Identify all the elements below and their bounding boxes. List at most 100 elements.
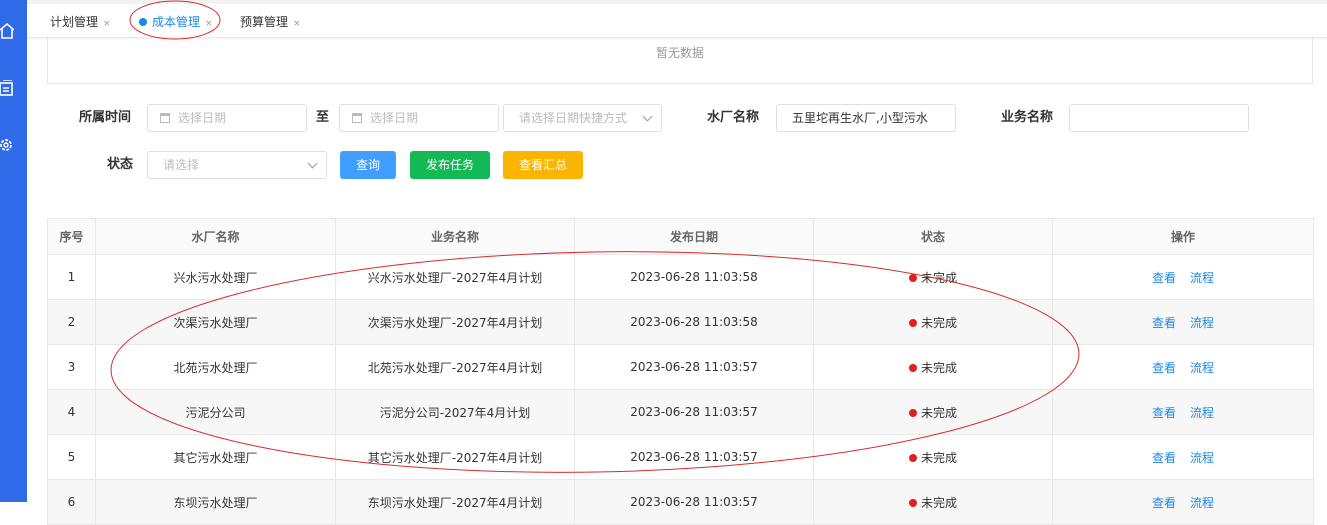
flow-link[interactable]: 流程 [1190,451,1214,465]
cell-plant: 兴水污水处理厂 [95,254,336,300]
cell-no: 6 [47,479,96,525]
building-icon[interactable] [0,80,14,96]
table-row: 6 东坝污水处理厂 东坝污水处理厂-2027年4月计划 2023-06-28 1… [47,479,1314,525]
chevron-down-icon [642,111,653,122]
active-dot-icon [139,18,147,26]
cell-business: 其它污水处理厂-2027年4月计划 [335,434,575,480]
cell-business: 兴水污水处理厂-2027年4月计划 [335,254,575,300]
cell-actions: 查看 流程 [1052,389,1314,435]
flow-link[interactable]: 流程 [1190,271,1214,285]
cell-status: 未完成 [813,344,1053,390]
cell-actions: 查看 流程 [1052,299,1314,345]
cell-no: 1 [47,254,96,300]
status-dot-icon [908,318,917,327]
cell-plant: 东坝污水处理厂 [95,479,336,525]
cell-actions: 查看 流程 [1052,344,1314,390]
cell-date: 2023-06-28 11:03:58 [574,299,814,345]
flow-link[interactable]: 流程 [1190,316,1214,330]
tab-cost-management[interactable]: 成本管理 × [139,12,213,32]
status-text: 未完成 [920,495,957,510]
cell-plant: 北苑污水处理厂 [95,344,336,390]
close-icon[interactable]: × [103,19,111,29]
cell-actions: 查看 流程 [1052,254,1314,300]
cell-date: 2023-06-28 11:03:58 [574,254,814,300]
end-date-placeholder: 选择日期 [370,111,419,125]
cell-actions: 查看 流程 [1052,479,1314,525]
view-link[interactable]: 查看 [1152,451,1176,465]
plant-label: 水厂名称 [707,110,760,125]
status-label: 状态 [107,157,134,172]
close-icon[interactable]: × [205,19,213,29]
cell-no: 2 [47,299,96,345]
cell-no: 5 [47,434,96,480]
chevron-down-icon [307,158,318,169]
status-placeholder: 请选择 [163,158,200,172]
cell-plant: 其它污水处理厂 [95,434,336,480]
flow-link[interactable]: 流程 [1190,361,1214,375]
publish-task-button[interactable]: 发布任务 [410,151,490,179]
range-separator: 至 [316,110,330,125]
tab-plan-management[interactable]: 计划管理 × [50,12,111,32]
tab-bar: 计划管理 × 成本管理 × 预算管理 × [27,0,1327,38]
home-icon[interactable] [0,23,14,39]
cell-business: 北苑污水处理厂-2027年4月计划 [335,344,575,390]
table-row: 4 污泥分公司 污泥分公司-2027年4月计划 2023-06-28 11:03… [47,389,1314,435]
plant-value: 五里坨再生水厂,小型污水 [792,111,928,125]
table-row: 5 其它污水处理厂 其它污水处理厂-2027年4月计划 2023-06-28 1… [47,434,1314,480]
view-link[interactable]: 查看 [1152,406,1176,420]
cell-status: 未完成 [813,389,1053,435]
view-summary-button[interactable]: 查看汇总 [503,151,583,179]
flow-link[interactable]: 流程 [1190,496,1214,510]
status-text: 未完成 [920,360,957,375]
cell-plant: 污泥分公司 [95,389,336,435]
cell-no: 3 [47,344,96,390]
status-dot-icon [908,408,917,417]
tab-label: 成本管理 [152,15,201,29]
cell-status: 未完成 [813,299,1053,345]
date-shortcut-select[interactable]: 请选择日期快捷方式 [503,104,662,132]
business-label: 业务名称 [1001,110,1054,125]
cost-task-table: 序号 水厂名称 业务名称 发布日期 状态 操作 1 兴水污水处理厂 兴水污水处理… [47,218,1314,525]
status-dot-icon [908,453,917,462]
col-header-actions: 操作 [1052,218,1314,255]
view-link[interactable]: 查看 [1152,271,1176,285]
tab-budget-management[interactable]: 预算管理 × [240,12,301,32]
table-header-row: 序号 水厂名称 业务名称 发布日期 状态 操作 [47,218,1314,255]
view-link[interactable]: 查看 [1152,361,1176,375]
cell-date: 2023-06-28 11:03:57 [574,434,814,480]
status-select[interactable]: 请选择 [147,151,327,179]
table-row: 3 北苑污水处理厂 北苑污水处理厂-2027年4月计划 2023-06-28 1… [47,344,1314,390]
cell-date: 2023-06-28 11:03:57 [574,479,814,525]
status-dot-icon [908,498,917,507]
date-shortcut-placeholder: 请选择日期快捷方式 [519,111,628,125]
plant-select[interactable]: 五里坨再生水厂,小型污水 [776,104,956,132]
empty-table-panel: 暂无数据 [47,38,1313,84]
cell-business: 污泥分公司-2027年4月计划 [335,389,575,435]
cell-no: 4 [47,389,96,435]
calendar-icon [160,113,170,123]
col-header-status: 状态 [813,218,1053,255]
empty-text: 暂无数据 [655,46,704,60]
col-header-business: 业务名称 [335,218,575,255]
status-text: 未完成 [920,270,957,285]
close-icon[interactable]: × [293,19,301,29]
cell-status: 未完成 [813,479,1053,525]
cell-plant: 次渠污水处理厂 [95,299,336,345]
end-date-input[interactable]: 选择日期 [339,104,499,132]
business-input[interactable] [1069,104,1249,132]
view-link[interactable]: 查看 [1152,496,1176,510]
gear-icon[interactable] [0,137,14,153]
table-row: 1 兴水污水处理厂 兴水污水处理厂-2027年4月计划 2023-06-28 1… [47,254,1314,300]
flow-link[interactable]: 流程 [1190,406,1214,420]
view-link[interactable]: 查看 [1152,316,1176,330]
cell-actions: 查看 流程 [1052,434,1314,480]
cell-business: 东坝污水处理厂-2027年4月计划 [335,479,575,525]
cell-status: 未完成 [813,254,1053,300]
cell-business: 次渠污水处理厂-2027年4月计划 [335,299,575,345]
start-date-input[interactable]: 选择日期 [147,104,307,132]
query-button[interactable]: 查询 [340,151,396,179]
col-header-no: 序号 [47,218,96,255]
col-header-plant: 水厂名称 [95,218,336,255]
status-text: 未完成 [920,450,957,465]
time-label: 所属时间 [79,110,132,125]
